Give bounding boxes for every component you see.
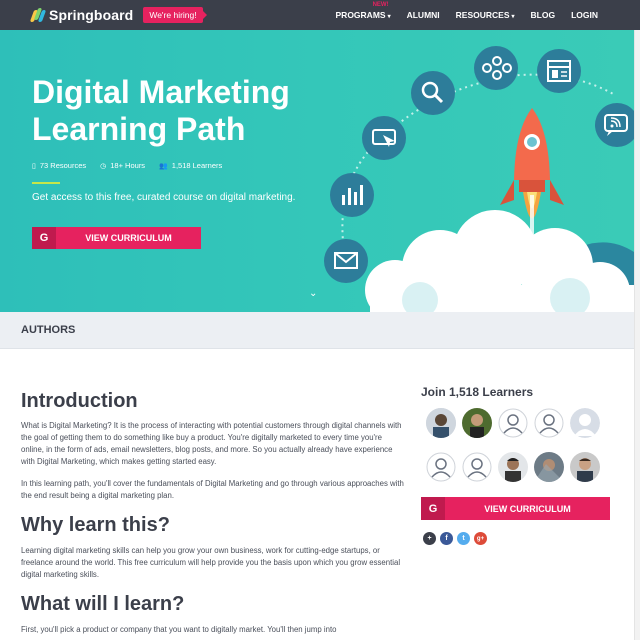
hiring-badge[interactable]: We're hiring! (143, 7, 207, 23)
scrollbar[interactable] (634, 30, 640, 640)
avatar[interactable] (498, 452, 528, 482)
nav-item-label: BLOG (530, 10, 556, 20)
learners-text: 1,518 Learners (171, 161, 223, 170)
cursor-icon (362, 116, 406, 160)
layout-icon (537, 49, 581, 93)
nav-item-resources[interactable]: RESOURCES ▾ (456, 10, 515, 20)
avatar[interactable] (534, 452, 564, 482)
section-heading-introduction: Introduction (21, 390, 138, 412)
page: Springboard We're hiring! NEW! PROGRAMS ▾… (0, 0, 640, 640)
twitter-icon[interactable]: t (457, 532, 470, 545)
paragraph: In this learning path, you'll cover the … (21, 479, 404, 500)
mail-icon (324, 239, 368, 283)
hero-illustration (324, 46, 634, 312)
nav-item-label: PROGRAMS (335, 10, 386, 20)
nav-item-alumni[interactable]: ALUMNI (407, 10, 440, 20)
springboard-logo-icon (29, 7, 47, 23)
document-icon: ▯ (32, 162, 36, 170)
avatar[interactable] (534, 408, 564, 438)
caret-down-icon: ▾ (387, 14, 391, 20)
avatar[interactable] (498, 408, 528, 438)
google-plus-icon[interactable]: g+ (474, 532, 487, 545)
avatar[interactable] (570, 408, 600, 438)
course-meta: ▯ 73 Resources ◷ 18+ Hours 👥 1,518 Learn… (32, 161, 236, 170)
paragraph: Learning digital marketing skills can he… (21, 546, 401, 579)
section-heading-what-learn: What will I learn? (21, 593, 185, 615)
caret-down-icon: ▾ (511, 14, 515, 20)
search-icon (411, 71, 455, 115)
join-title: Join 1,518 Learners (421, 385, 534, 399)
paragraph: First, you'll pick a product or company … (21, 625, 337, 634)
title-line-2: Learning Path (32, 111, 246, 147)
nav-item-blog[interactable]: BLOG (531, 10, 556, 20)
hours-count: ◷ 18+ Hours (100, 161, 145, 170)
logo[interactable]: Springboard (29, 7, 134, 23)
nav-item-label: ALUMNI (406, 10, 440, 20)
chevron-down-icon[interactable]: ⌄ (309, 288, 317, 299)
avatar[interactable] (426, 408, 456, 438)
nav-links: NEW! PROGRAMS ▾ ALUMNI RESOURCES ▾ BLOG LO… (320, 0, 598, 30)
logo-text: Springboard (49, 7, 134, 23)
bar-chart-icon (330, 173, 374, 217)
hero-banner: Digital Marketing Learning Path ▯ 73 Res… (0, 30, 634, 312)
authors-bar[interactable]: AUTHORS (0, 312, 634, 349)
users-icon: 👥 (159, 162, 168, 170)
share-buttons: + f t g+ (423, 532, 491, 545)
title-line-1: Digital Marketing (32, 74, 290, 110)
hours-text: 18+ Hours (110, 161, 146, 170)
top-nav: Springboard We're hiring! NEW! PROGRAMS ▾… (0, 0, 640, 30)
view-curriculum-button[interactable]: G VIEW CURRICULUM (32, 227, 201, 249)
section-heading-why-learn: Why learn this? (21, 514, 170, 536)
hero-subtitle: Get access to this free, curated course … (32, 192, 296, 203)
google-g-icon: G (32, 227, 56, 249)
resources-text: 73 Resources (39, 161, 87, 170)
accent-rule (32, 182, 60, 184)
avatar[interactable] (570, 452, 600, 482)
cta-label: VIEW CURRICULUM (85, 233, 172, 243)
resources-count: ▯ 73 Resources (32, 161, 86, 170)
avatar[interactable] (462, 408, 492, 438)
avatar[interactable] (426, 452, 456, 482)
new-badge: NEW! (372, 2, 389, 8)
paragraph: What is Digital Marketing? It is the pro… (21, 421, 402, 466)
main-content: Introduction What is Digital Marketing? … (21, 390, 406, 636)
nav-item-label: RESOURCES (455, 10, 510, 20)
clock-icon: ◷ (100, 162, 107, 170)
avatar[interactable] (462, 452, 492, 482)
facebook-icon[interactable]: f (440, 532, 453, 545)
cta-label: VIEW CURRICULUM (484, 503, 571, 514)
nav-item-programs[interactable]: NEW! PROGRAMS ▾ (335, 2, 391, 20)
nav-item-login[interactable]: LOGIN (571, 10, 598, 20)
page-title: Digital Marketing Learning Path (32, 74, 290, 148)
authors-label: AUTHORS (21, 324, 76, 336)
google-g-icon: G (421, 497, 445, 520)
share-plus-icon[interactable]: + (423, 532, 436, 545)
nav-item-label: LOGIN (571, 10, 598, 20)
sidebar-view-curriculum-button[interactable]: G VIEW CURRICULUM (421, 497, 610, 520)
network-icon (474, 46, 518, 90)
learners-count: 👥 1,518 Learners (159, 161, 222, 170)
rss-chat-icon (595, 103, 634, 147)
